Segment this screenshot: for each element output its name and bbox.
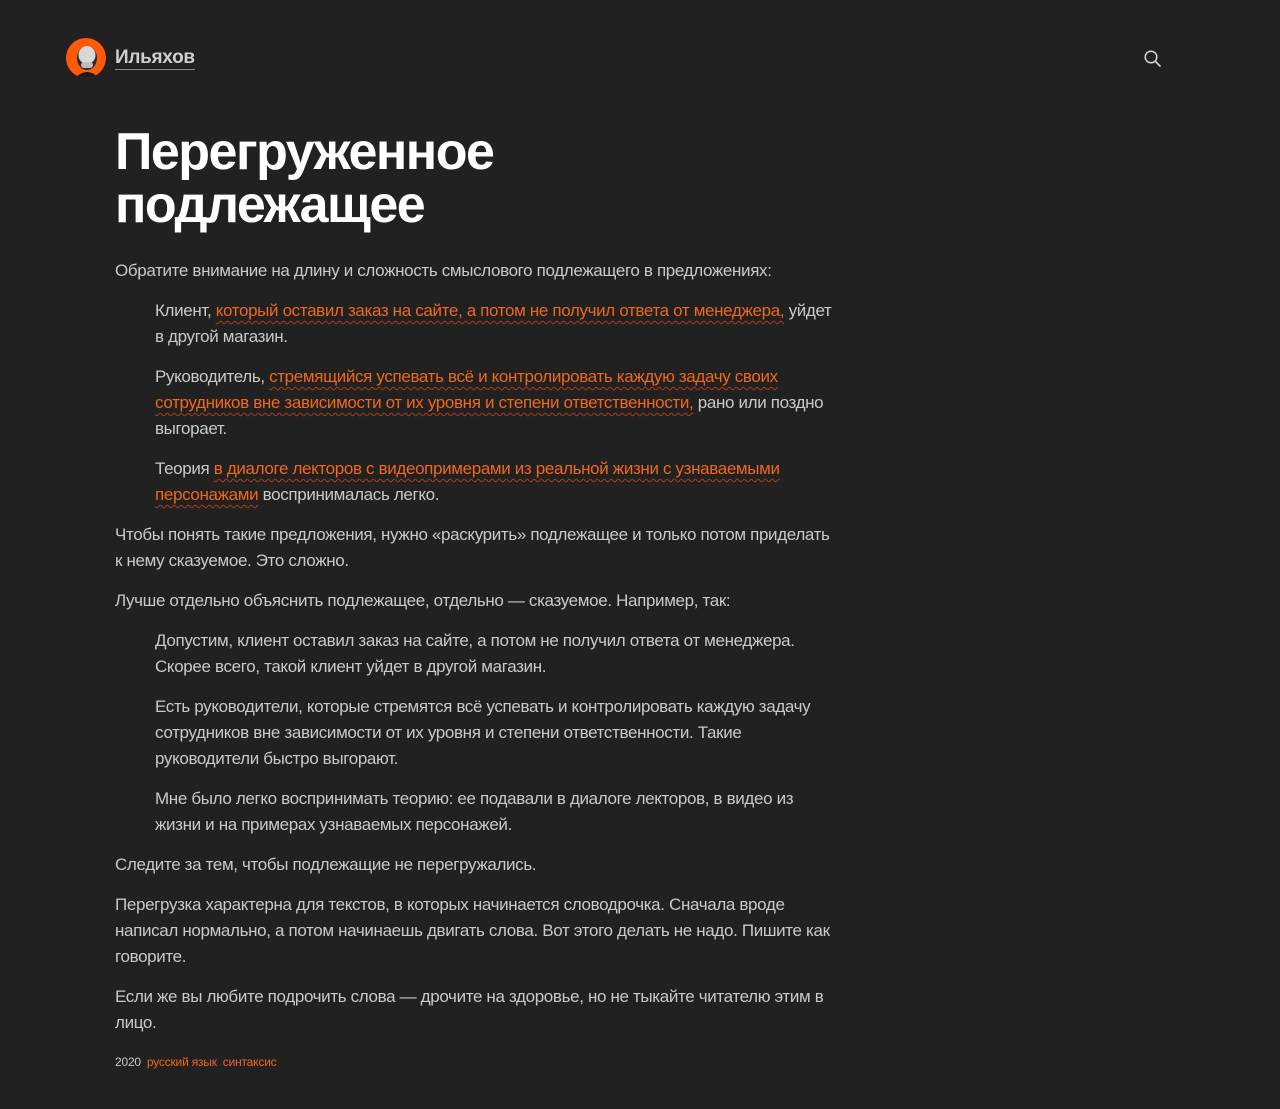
intro-paragraph: Обратите внимание на длину и сложность с… (115, 261, 772, 280)
example-text: Теория (155, 459, 214, 478)
body-paragraph: Чтобы понять такие предложения, нужно «р… (115, 525, 830, 570)
search-button[interactable] (1143, 49, 1163, 69)
tag-link[interactable]: русский язык (147, 1054, 217, 1070)
rewrite-example: Есть руководители, которые стремятся всё… (155, 697, 811, 768)
avatar[interactable] (66, 38, 106, 78)
body-paragraph: Перегрузка характерна для текстов, в кот… (115, 895, 830, 966)
example-text: воспринималась легко. (258, 485, 440, 504)
example-sentence: Клиент, который оставил заказ на сайте, … (155, 298, 835, 350)
example-text: Клиент, (155, 301, 216, 320)
article: Перегруженное подлежащее Обратите вниман… (115, 126, 835, 1070)
body-paragraph: Следите за тем, чтобы подлежащие не пере… (115, 855, 537, 874)
search-icon (1144, 50, 1161, 67)
tag-link[interactable]: синтаксис (223, 1054, 277, 1070)
avatar-photo-icon (75, 46, 99, 78)
site-name-link[interactable]: Ильяхов (115, 47, 195, 70)
article-year: 2020 (115, 1055, 141, 1069)
body-paragraph: Если же вы любите подрочить слова — дроч… (115, 987, 824, 1032)
example-sentence: Руководитель, стремящийся успевать всё и… (155, 364, 835, 442)
highlighted-subject: в диалоге лекторов с видеопримерами из р… (155, 459, 780, 504)
page-title: Перегруженное подлежащее (115, 123, 495, 234)
highlighted-subject: который оставил заказ на сайте, а потом … (215, 301, 785, 320)
rewrite-example: Допустим, клиент оставил заказ на сайте,… (155, 631, 795, 676)
example-text: Руководитель, (155, 367, 270, 386)
site-header: Ильяхов (66, 38, 195, 78)
example-sentence: Теория в диалоге лекторов с видеопримера… (155, 456, 835, 508)
rewrite-example: Мне было легко воспринимать теорию: ее п… (155, 789, 794, 834)
body-paragraph: Лучше отдельно объяснить подлежащее, отд… (115, 591, 731, 610)
article-meta: 2020 русский язык синтаксис (115, 1054, 835, 1070)
